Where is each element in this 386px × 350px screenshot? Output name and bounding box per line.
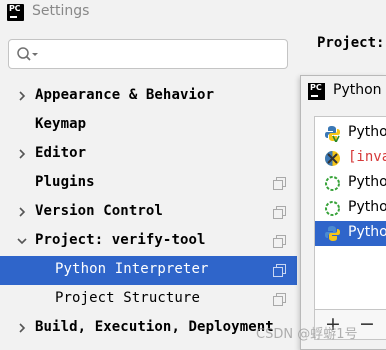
watermark: CSDN @蜉蝣1号	[256, 327, 358, 342]
dialog-title: Python	[333, 82, 382, 98]
interpreter-label: Pytho	[348, 224, 386, 240]
tree-item-python-interpreter[interactable]: Python Interpreter	[0, 256, 297, 285]
loading-spinner-icon	[324, 175, 341, 192]
tree-item-project-structure[interactable]: Project Structure	[0, 285, 297, 314]
python-venv-icon	[324, 125, 341, 144]
tree-item-label: Plugins	[35, 174, 95, 190]
dialog-icon-text: PC	[310, 83, 322, 92]
tree-item-version-control[interactable]: Version Control	[0, 198, 297, 227]
pycharm-logo-icon: PC	[7, 4, 24, 21]
tree-item-label: Project Structure	[55, 290, 200, 306]
python-icon	[324, 225, 341, 242]
interpreter-label: Pytho	[348, 199, 386, 215]
project-scope-icon	[273, 293, 286, 306]
chevron-right-icon[interactable]	[15, 321, 29, 335]
interpreter-label: [inva	[348, 149, 386, 165]
tree-item-build-execution-deployment[interactable]: Build, Execution, Deployment	[0, 314, 297, 343]
tree-item-project-verify-tool[interactable]: Project: verify-tool	[0, 227, 297, 256]
tree-item-label: Appearance & Behavior	[35, 87, 215, 103]
interpreter-item[interactable]: Pytho	[315, 171, 386, 196]
tree-item-editor[interactable]: Editor	[0, 140, 297, 169]
loading-spinner-icon	[324, 200, 341, 217]
settings-sidebar: Appearance & Behavior Keymap Editor Plugins…	[0, 26, 297, 350]
interpreter-item[interactable]: Pytho	[315, 196, 386, 221]
project-header: Project:	[317, 35, 385, 51]
remove-interpreter-button[interactable]: −	[357, 315, 377, 335]
chevron-right-icon[interactable]	[15, 89, 29, 103]
tree-item-label: Keymap	[35, 116, 87, 132]
chevron-right-icon[interactable]	[15, 205, 29, 219]
tree-item-label: Build, Execution, Deployment	[35, 319, 274, 335]
search-input[interactable]	[8, 39, 288, 69]
pycharm-logo-icon: PC	[308, 83, 325, 100]
python-interpreters-dialog: PC Python Pytho [inva Pytho Pytho Pytho + −	[300, 75, 386, 350]
tree-item-plugins[interactable]: Plugins	[0, 169, 297, 198]
app-icon-text: PC	[9, 4, 21, 13]
tree-item-keymap[interactable]: Keymap	[0, 111, 297, 140]
interpreter-label: Pytho	[348, 174, 386, 190]
project-scope-icon	[273, 206, 286, 219]
interpreter-list[interactable]: Pytho [inva Pytho Pytho Pytho	[314, 116, 386, 310]
tree-item-label: Editor	[35, 145, 87, 161]
title-bar: PC Settings	[0, 0, 386, 26]
tree-item-label: Python Interpreter	[55, 261, 209, 277]
chevron-right-icon[interactable]	[15, 147, 29, 161]
project-scope-icon	[273, 235, 286, 248]
search-icon[interactable]	[16, 46, 44, 64]
chevron-down-icon[interactable]	[15, 234, 29, 248]
project-scope-icon	[273, 177, 286, 190]
project-scope-icon	[273, 264, 286, 277]
interpreter-item[interactable]: Pytho	[315, 121, 386, 146]
interpreter-item[interactable]: [inva	[315, 146, 386, 171]
window-title: Settings	[32, 3, 90, 19]
tree-item-label: Project: verify-tool	[35, 232, 206, 248]
interpreter-item[interactable]: Pytho	[315, 221, 386, 246]
interpreter-label: Pytho	[348, 124, 386, 140]
tree-item-appearance-behavior[interactable]: Appearance & Behavior	[0, 82, 297, 111]
invalid-python-icon	[324, 150, 341, 167]
tree-item-label: Version Control	[35, 203, 163, 219]
